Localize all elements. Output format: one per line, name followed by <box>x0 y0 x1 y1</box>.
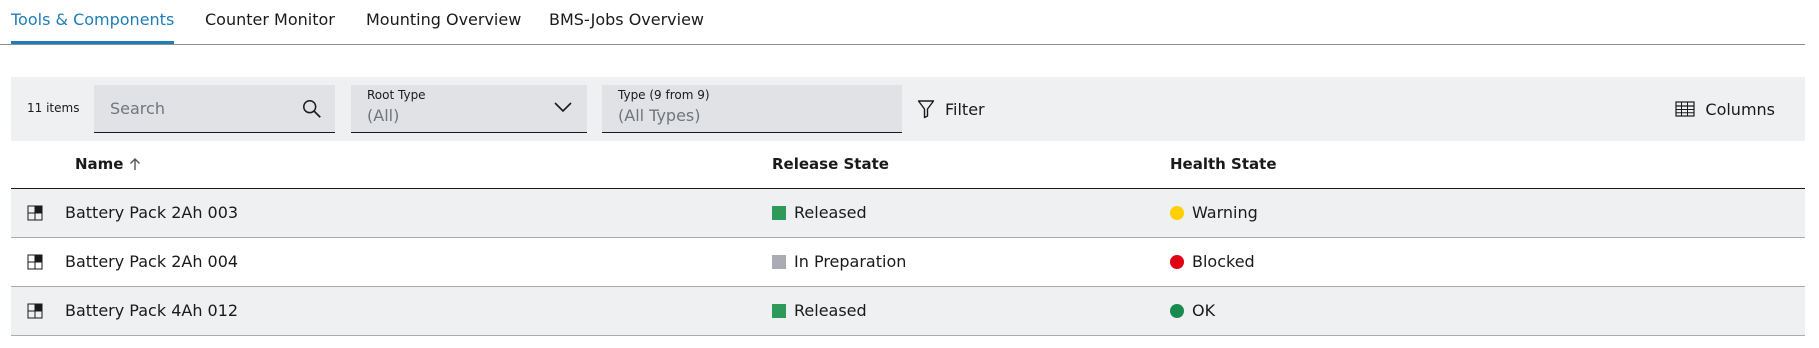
health-state-label: OK <box>1192 301 1216 320</box>
component-icon <box>27 303 43 319</box>
root-type-dropdown[interactable]: Root Type (All) <box>351 85 587 133</box>
release-state-label: In Preparation <box>794 252 907 271</box>
search-input[interactable] <box>94 85 294 132</box>
release-state: Released <box>772 301 867 320</box>
filter-label: Filter <box>945 99 985 119</box>
column-header-health-state-label: Health State <box>1170 155 1277 173</box>
blocked-status-dot <box>1170 254 1184 269</box>
released-status-square <box>772 303 786 318</box>
table-row[interactable]: Battery Pack 4Ah 012 Released OK <box>11 287 1805 336</box>
column-header-release-state[interactable]: Release State <box>772 155 889 173</box>
filter-button[interactable]: Filter <box>917 89 985 129</box>
column-header-name[interactable]: Name <box>75 155 141 173</box>
warning-status-dot <box>1170 205 1184 220</box>
row-name: Battery Pack 2Ah 004 <box>65 252 239 271</box>
health-state: Blocked <box>1170 252 1255 271</box>
chevron-down-icon <box>554 102 572 113</box>
tab-counter-monitor[interactable]: Counter Monitor <box>205 10 335 29</box>
column-header-release-state-label: Release State <box>772 155 889 173</box>
sort-ascending-icon <box>130 158 141 170</box>
columns-icon <box>1675 101 1695 117</box>
tab-bar: Tools & Components Counter Monitor Mount… <box>0 0 1805 45</box>
component-icon <box>27 254 43 270</box>
columns-label: Columns <box>1705 99 1775 119</box>
release-state: In Preparation <box>772 252 906 271</box>
health-state: Warning <box>1170 203 1258 222</box>
tab-mounting-overview[interactable]: Mounting Overview <box>366 10 521 29</box>
table-row[interactable]: Battery Pack 2Ah 004 In Preparation Bloc… <box>11 238 1805 287</box>
row-name: Battery Pack 4Ah 012 <box>65 301 239 320</box>
health-state-label: Warning <box>1192 203 1258 222</box>
table-header: Name Release State Health State <box>11 141 1805 189</box>
tab-tools-components[interactable]: Tools & Components <box>11 10 174 29</box>
component-icon <box>27 205 43 221</box>
root-type-label: Root Type <box>367 88 426 102</box>
type-value: (All Types) <box>618 106 701 125</box>
item-count: 11 items <box>27 101 80 115</box>
columns-button[interactable]: Columns <box>1675 89 1775 129</box>
table-toolbar: 11 items Root Type (All) Type (9 from 9)… <box>11 77 1805 141</box>
release-state-label: Released <box>794 203 867 222</box>
in-preparation-status-square <box>772 254 786 269</box>
health-state-label: Blocked <box>1192 252 1255 271</box>
search-icon[interactable] <box>301 98 323 120</box>
type-label: Type (9 from 9) <box>618 88 710 102</box>
health-state: OK <box>1170 301 1215 320</box>
type-dropdown[interactable]: Type (9 from 9) (All Types) <box>602 85 902 133</box>
filter-icon <box>917 100 935 119</box>
table-row[interactable]: Battery Pack 2Ah 003 Released Warning <box>11 189 1805 238</box>
column-header-name-label: Name <box>75 155 124 173</box>
row-name: Battery Pack 2Ah 003 <box>65 203 239 222</box>
column-header-health-state[interactable]: Health State <box>1170 155 1277 173</box>
root-type-value: (All) <box>367 106 400 125</box>
release-state-label: Released <box>794 301 867 320</box>
released-status-square <box>772 205 786 220</box>
ok-status-dot <box>1170 303 1184 318</box>
tab-bms-jobs-overview[interactable]: BMS-Jobs Overview <box>549 10 704 29</box>
release-state: Released <box>772 203 867 222</box>
active-tab-indicator <box>11 41 174 44</box>
search-field <box>94 85 335 133</box>
